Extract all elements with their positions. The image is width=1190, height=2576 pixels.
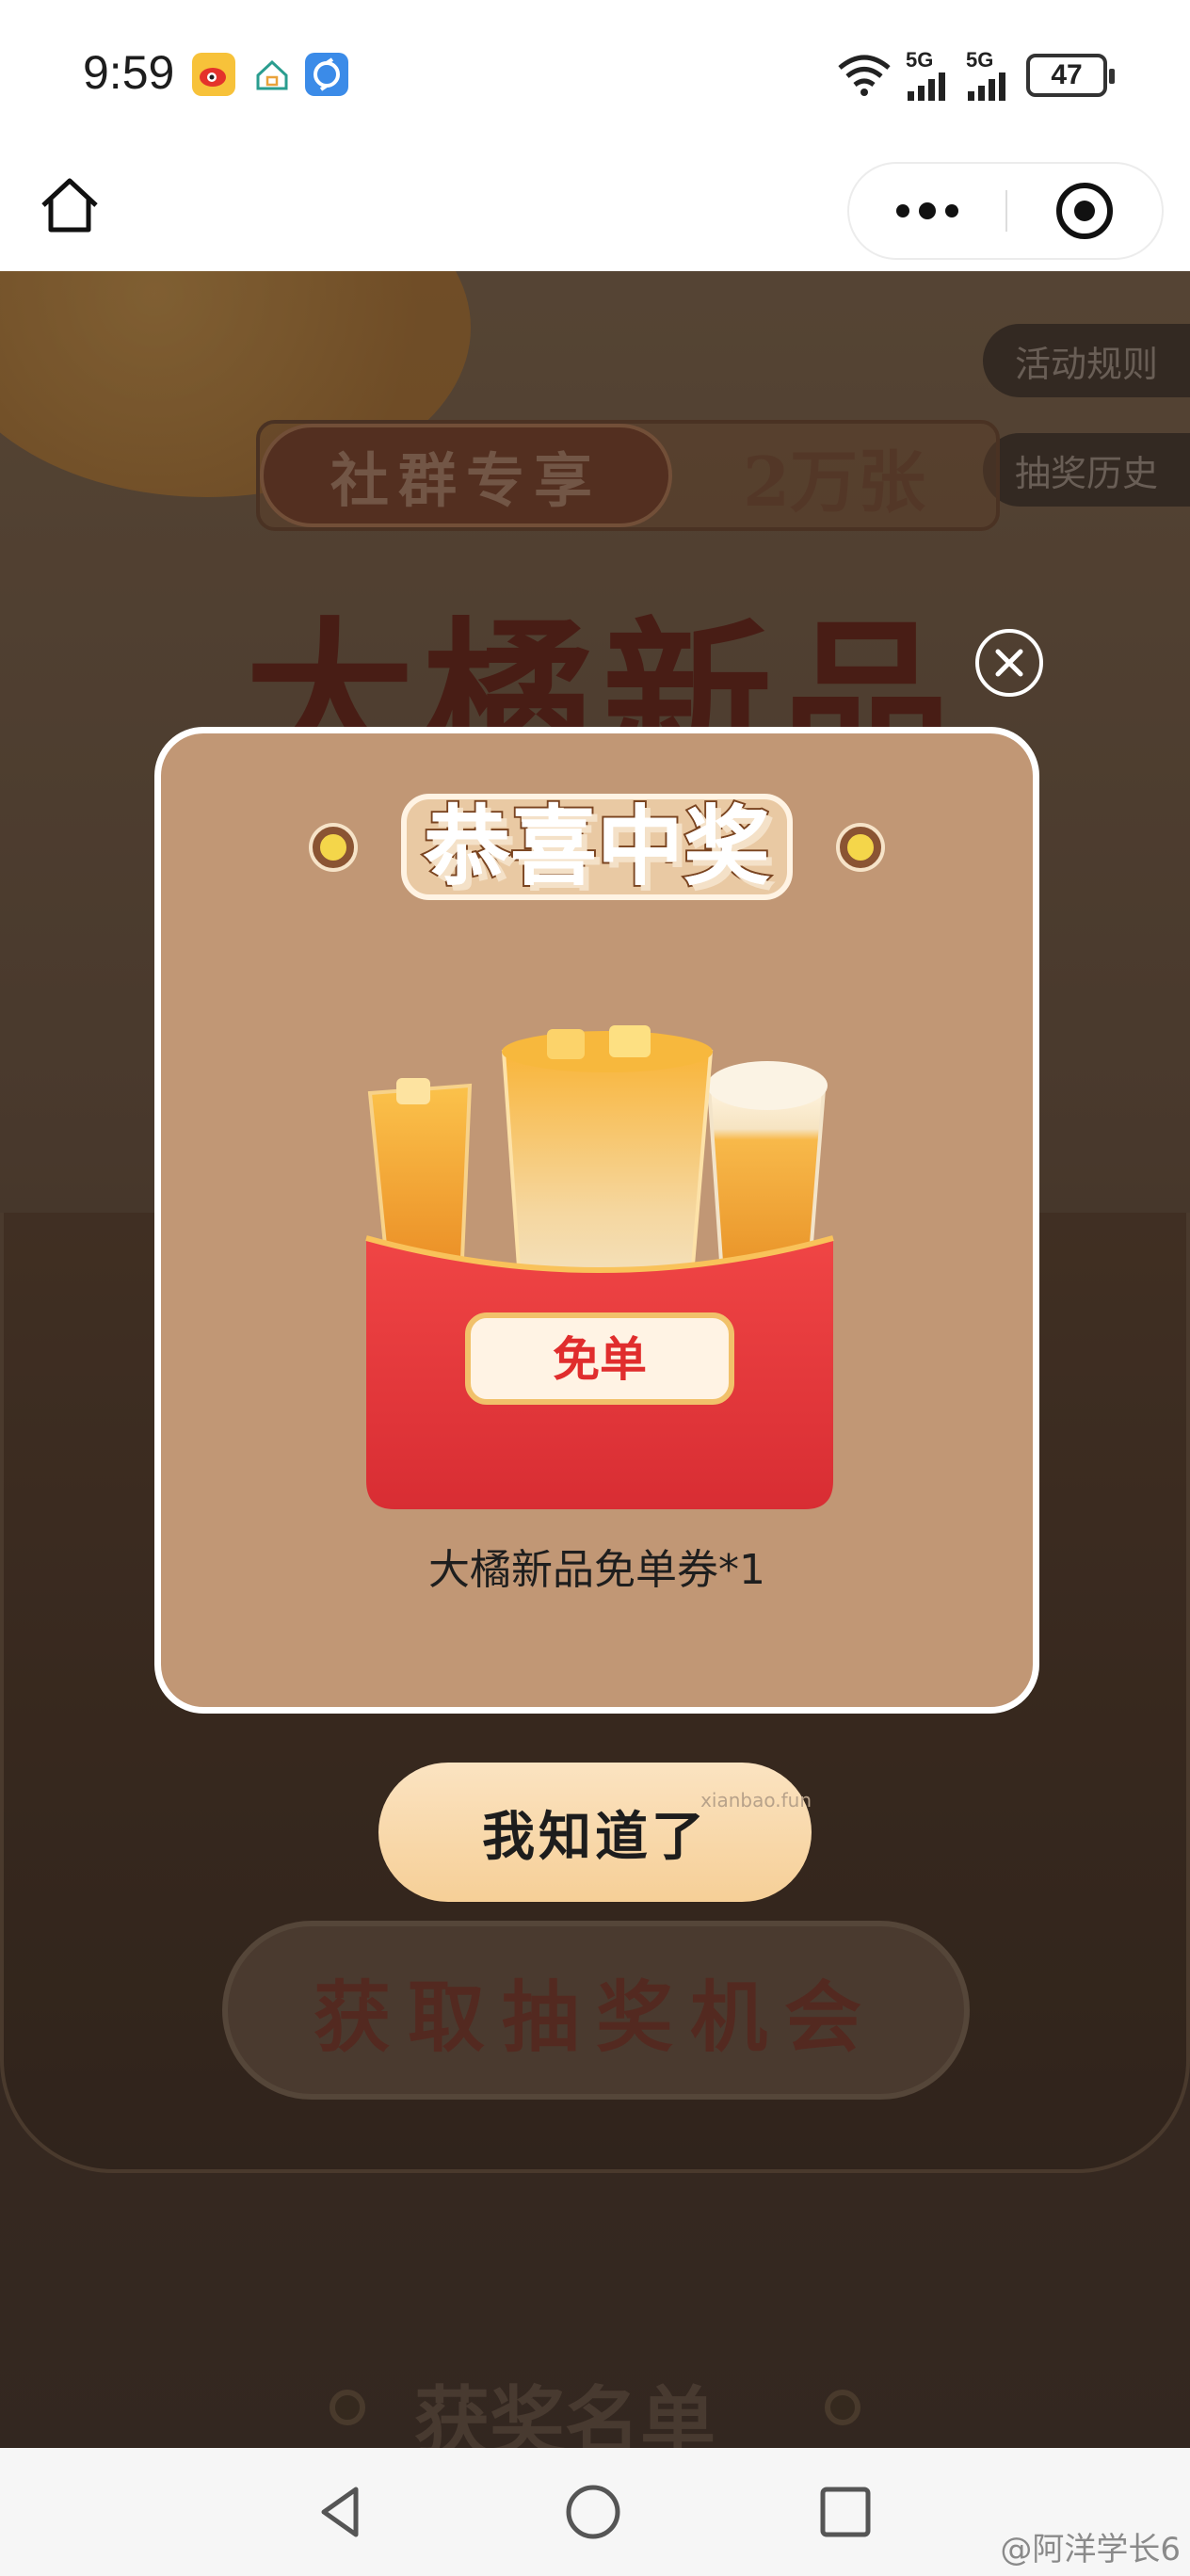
drinks-coupon-illustration: 免单 [365,1025,834,1509]
weibo-app-icon [192,53,235,96]
signal-bars-icon [908,72,945,101]
close-miniprogram-button[interactable] [1007,164,1162,258]
modal-close-button[interactable] [975,629,1043,697]
system-nav-bar: @阿洋学长6 [0,2448,1190,2576]
sync-app-icon [305,53,348,96]
status-indicators: 5G 5G 47 [836,49,1115,102]
title-dot [312,826,354,868]
recents-button[interactable] [815,2482,876,2542]
more-dot [919,202,936,219]
capsule-menu [847,162,1164,260]
status-time: 9:59 [83,46,175,99]
more-dot [896,204,909,217]
prize-image: 免单 [362,1020,837,1509]
ok-watermark: xianbao.fun [700,1789,812,1811]
back-triangle-icon [321,2487,359,2537]
back-button[interactable] [311,2482,371,2542]
more-button[interactable] [849,164,1005,258]
home-circle-icon [566,2485,620,2539]
target-close-icon [1056,183,1113,239]
signal-label: 5G [966,48,994,72]
signal-1: 5G [906,50,953,101]
prize-modal: 恭喜中奖 免单 大橘新品免单券*1 [154,727,1039,1714]
prize-description: 大橘新品免单券*1 [428,1546,765,1594]
wifi-icon [838,55,891,96]
modal-title: 恭喜中奖 [400,794,793,901]
ok-button[interactable]: 我知道了 xianbao.fun [378,1763,812,1902]
home-nav-button[interactable] [563,2482,623,2542]
signal-bars-icon [968,72,1005,101]
ok-button-label: 我知道了 [482,1806,708,1868]
weibo-watermark: @阿洋学长6 [1000,2531,1181,2568]
title-dot [840,826,881,868]
prize-badge: 免单 [553,1332,647,1387]
signal-2: 5G [966,50,1013,101]
home-icon [41,178,98,233]
nav-bar [0,151,1190,271]
home-app-icon [250,53,294,96]
status-bar: 9:59 5G 5G 47 [0,0,1190,151]
home-button[interactable] [36,171,104,239]
signal-label: 5G [906,48,934,72]
close-icon [995,649,1023,677]
modal-title-row: 恭喜中奖 [161,794,1033,901]
more-dot [945,204,958,217]
recents-square-icon [820,2487,871,2537]
battery-icon: 47 [1026,54,1115,97]
